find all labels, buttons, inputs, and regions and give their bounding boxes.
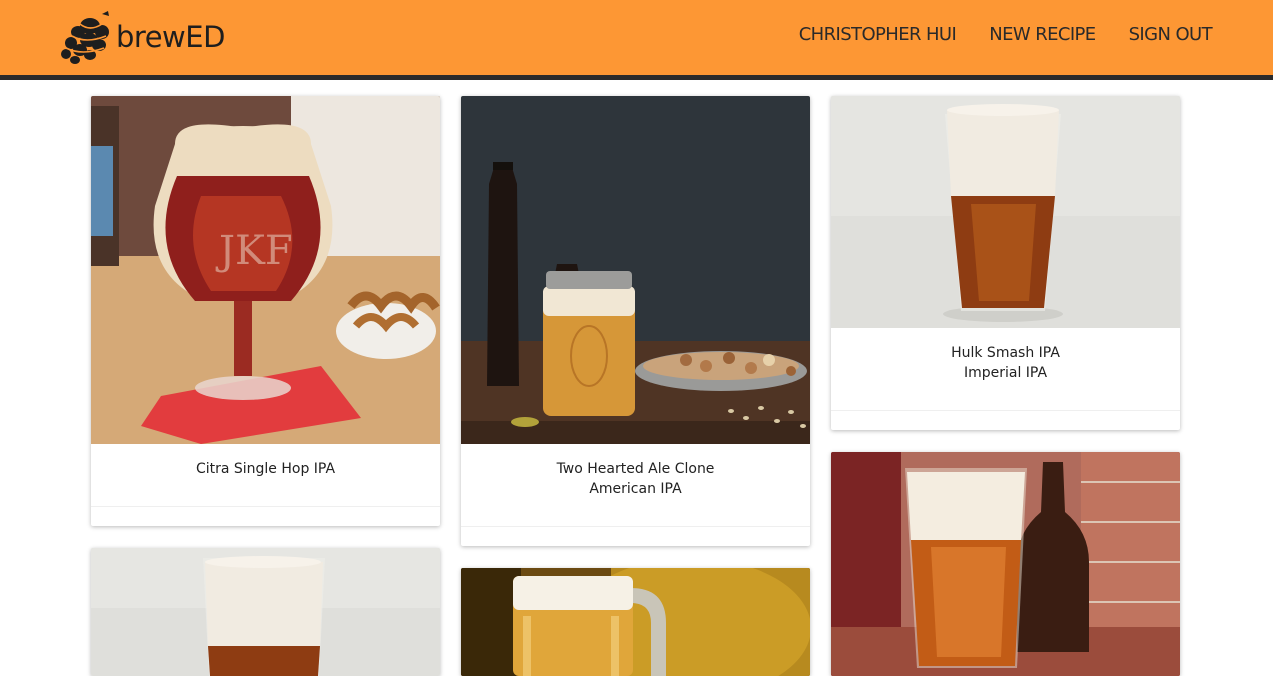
nav-user-profile[interactable]: CHRISTOPHER HUI — [799, 24, 957, 45]
recipe-card[interactable]: Hulk Smash IPA Imperial IPA — [831, 96, 1180, 430]
top-navbar: brewED CHRISTOPHER HUI NEW RECIPE SIGN O… — [0, 0, 1273, 80]
recipe-card[interactable] — [831, 452, 1180, 676]
recipe-name: Citra Single Hop IPA — [195, 461, 336, 477]
brand-logo[interactable]: brewED — [58, 10, 225, 64]
recipe-style: Imperial IPA — [963, 365, 1048, 381]
recipe-photo — [831, 96, 1180, 328]
recipe-style: American IPA — [589, 481, 682, 497]
card-footer — [461, 527, 810, 546]
recipe-name: Two Hearted Ale Clone — [556, 461, 715, 477]
recipe-name: Hulk Smash IPA — [951, 345, 1060, 361]
card-footer — [831, 411, 1180, 430]
recipe-card[interactable] — [91, 548, 440, 676]
hop-cone-icon — [61, 11, 109, 64]
main-nav: CHRISTOPHER HUI NEW RECIPE SIGN OUT — [799, 24, 1213, 45]
recipe-card[interactable]: JKF Citra Single Hop IPA — [91, 96, 440, 526]
recipe-photo: JKF — [91, 96, 440, 444]
recipe-photo — [831, 452, 1180, 676]
recipe-photo — [91, 548, 440, 676]
nav-sign-out[interactable]: SIGN OUT — [1129, 24, 1213, 45]
recipe-card[interactable] — [461, 568, 810, 676]
recipe-photo — [461, 96, 810, 444]
recipe-info: Citra Single Hop IPA — [91, 444, 440, 507]
nav-new-recipe[interactable]: NEW RECIPE — [989, 24, 1096, 45]
recipe-info: Hulk Smash IPA Imperial IPA — [831, 328, 1180, 411]
card-footer — [91, 507, 440, 526]
recipe-photo — [461, 568, 810, 676]
svg-text:JKF: JKF — [215, 228, 293, 274]
recipe-card[interactable]: Two Hearted Ale Clone American IPA — [461, 96, 810, 546]
brand-name: brewED — [116, 20, 225, 54]
recipe-info: Two Hearted Ale Clone American IPA — [461, 444, 810, 527]
